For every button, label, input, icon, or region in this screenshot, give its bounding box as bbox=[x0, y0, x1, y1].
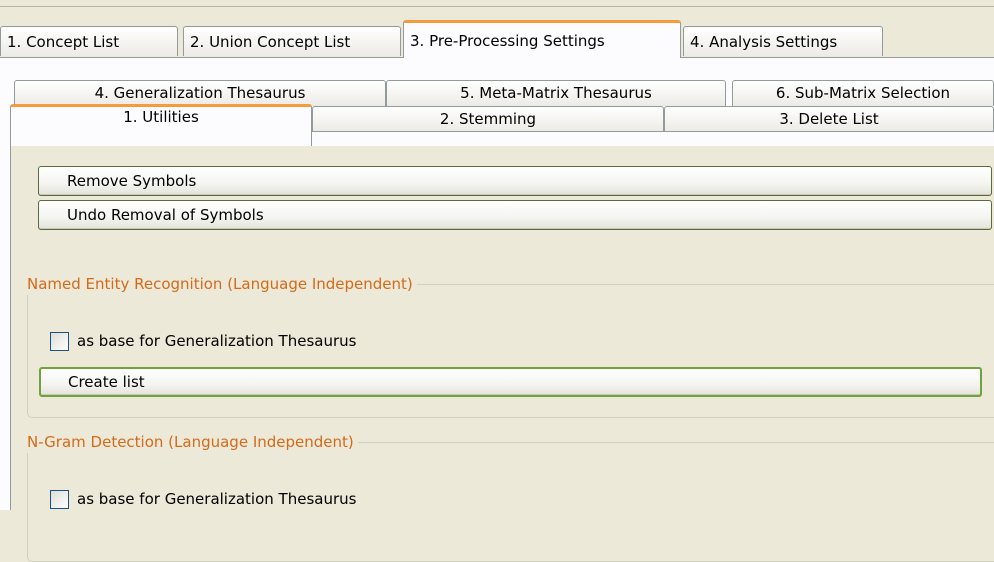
tab-concept-list[interactable]: 1. Concept List bbox=[0, 26, 178, 56]
create-list-button[interactable]: Create list bbox=[39, 367, 982, 397]
ner-checkbox-row[interactable]: as base for Generalization Thesaurus bbox=[50, 330, 356, 352]
named-entity-recognition-group: Named Entity Recognition (Language Indep… bbox=[27, 273, 994, 418]
tab-generalization-thesaurus[interactable]: 4. Generalization Thesaurus bbox=[14, 80, 386, 106]
remove-symbols-button[interactable]: Remove Symbols bbox=[38, 166, 992, 196]
ner-base-checkbox[interactable] bbox=[50, 331, 69, 351]
tab-delete-list[interactable]: 3. Delete List bbox=[664, 106, 994, 132]
utilities-content: Remove Symbols Undo Removal of Symbols N… bbox=[10, 146, 994, 562]
tab-pre-processing-settings[interactable]: 3. Pre-Processing Settings bbox=[403, 20, 681, 58]
n-gram-detection-group: N-Gram Detection (Language Independent) … bbox=[27, 431, 994, 562]
ngram-checkbox-row[interactable]: as base for Generalization Thesaurus bbox=[50, 488, 356, 510]
ner-group-title: Named Entity Recognition (Language Indep… bbox=[27, 273, 417, 295]
ngram-base-checkbox[interactable] bbox=[50, 489, 69, 509]
tab-stemming[interactable]: 2. Stemming bbox=[312, 106, 664, 132]
tab-utilities[interactable]: 1. Utilities bbox=[10, 104, 312, 146]
window-top-border bbox=[0, 0, 994, 7]
ngram-checkbox-label: as base for Generalization Thesaurus bbox=[77, 490, 357, 508]
tab-union-concept-list[interactable]: 2. Union Concept List bbox=[183, 26, 401, 56]
undo-removal-button[interactable]: Undo Removal of Symbols bbox=[38, 200, 992, 230]
tab-sub-matrix-selection[interactable]: 6. Sub-Matrix Selection bbox=[732, 80, 994, 106]
ner-checkbox-label: as base for Generalization Thesaurus bbox=[77, 332, 357, 350]
tab-analysis-settings[interactable]: 4. Analysis Settings bbox=[683, 26, 883, 56]
tab-meta-matrix-thesaurus[interactable]: 5. Meta-Matrix Thesaurus bbox=[386, 80, 726, 106]
ngram-group-title: N-Gram Detection (Language Independent) bbox=[27, 431, 358, 453]
